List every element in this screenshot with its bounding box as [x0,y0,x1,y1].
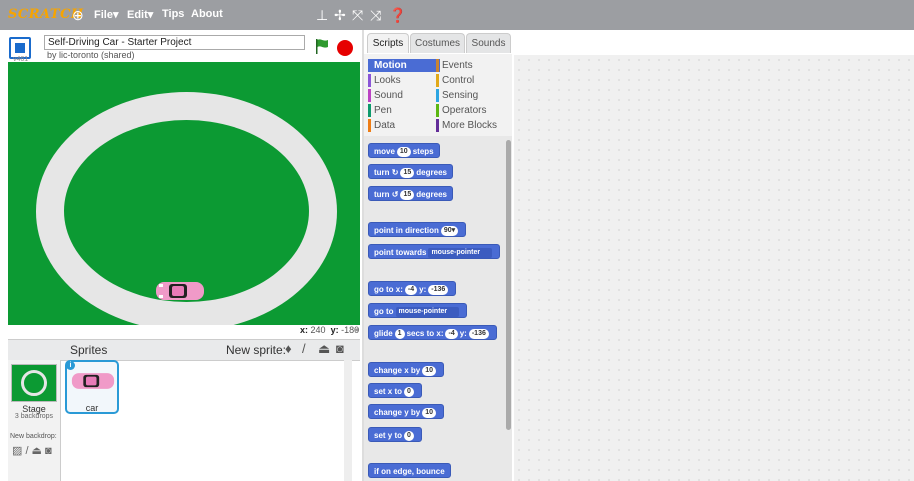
help-icon[interactable]: ❓ [389,7,406,23]
block-point-towards[interactable]: point towards mouse-pointer [368,244,501,259]
category-color-swatch [436,104,439,117]
stage-thumbnail[interactable] [11,364,57,402]
track-infield [64,120,309,302]
category-label: Looks [374,75,401,86]
green-flag-icon[interactable] [314,38,330,54]
category-label: Pen [374,105,392,116]
menu-about[interactable]: About [191,8,223,20]
block-change-y[interactable]: change y by 10 [368,404,445,419]
block-turn-right[interactable]: turn ↻ 15 degrees [368,164,453,179]
tab-costumes[interactable]: Costumes [410,33,465,53]
mouse-coordinates: x: 240 y: -180 [300,325,360,335]
category-label: Motion [374,60,407,71]
sprites-header [8,339,360,361]
new-backdrop-icons[interactable]: ▨ / ⏏ ◙ [12,444,52,457]
category-pen[interactable]: Pen [368,104,440,117]
category-label: Sensing [442,90,479,101]
paint-sprite-icon[interactable]: / [302,341,306,356]
category-label: Data [374,120,396,131]
palette-scrollbar[interactable] [506,140,511,430]
category-color-swatch [368,59,371,72]
block-if-on-edge-bounce[interactable]: if on edge, bounce [368,463,451,478]
category-data[interactable]: Data [368,119,440,132]
upload-sprite-icon[interactable]: ⏏ [318,341,330,357]
sprites-title: Sprites [70,343,108,357]
block-move[interactable]: move 10 steps [368,143,440,158]
project-title-input[interactable]: Self-Driving Car - Starter Project [44,35,305,50]
category-looks[interactable]: Looks [368,74,440,87]
category-color-swatch [368,89,371,102]
stage-canvas[interactable] [8,62,360,325]
car-sprite[interactable] [155,279,205,303]
shrink-icon[interactable]: ⤨ [370,7,381,23]
project-author: by lic-toronto (shared) [47,50,135,60]
camera-sprite-icon[interactable]: ◙ [336,341,344,356]
category-label: Sound [374,90,403,101]
block-set-y[interactable]: set y to 0 [368,427,422,442]
new-backdrop-label: New backdrop: [10,433,57,440]
stop-icon[interactable] [337,40,353,56]
grow-icon[interactable]: ⤧ [352,7,363,23]
category-label: Control [442,75,475,86]
category-color-swatch [368,104,371,117]
category-sensing[interactable]: Sensing [436,89,508,102]
collapse-stage-icon[interactable]: ◂ [354,325,358,334]
menu-file[interactable]: File▾ [94,8,118,21]
block-go-to[interactable]: go to mouse-pointer [368,303,468,318]
category-color-swatch [436,89,439,102]
menu-tips[interactable]: Tips [162,8,184,20]
language-globe-icon[interactable]: ⊕ [72,7,84,23]
sprites-scrollbar[interactable] [344,360,352,481]
block-go-to-xy[interactable]: go to x: -4 y: -136 [368,281,457,296]
category-control[interactable]: Control [436,74,508,87]
menu-edit[interactable]: Edit▾ [127,8,153,21]
scripts-area[interactable] [514,55,914,481]
category-label: More Blocks [442,120,498,131]
category-label: Operators [442,105,487,116]
new-sprite-label: New sprite: [226,343,287,357]
block-glide[interactable]: glide 1 secs to x: -4 y: -136 [368,325,497,340]
block-set-x[interactable]: set x to 0 [368,383,422,398]
duplicate-icon[interactable]: ⊥ [316,7,328,23]
category-motion[interactable]: Motion [368,59,440,72]
category-more-blocks[interactable]: More Blocks [436,119,508,132]
block-change-x[interactable]: change x by 10 [368,362,445,377]
category-color-swatch [436,119,439,132]
category-color-swatch [368,119,371,132]
category-color-swatch [436,59,439,72]
block-point-in-direction[interactable]: point in direction 90▾ [368,222,467,237]
category-operators[interactable]: Operators [436,104,508,117]
backdrops-count: 3 backdrops [14,413,54,420]
sprite-library-icon[interactable]: ♦ [285,341,292,356]
delete-icon[interactable]: ✢ [334,7,346,23]
category-label: Events [442,60,473,71]
category-sound[interactable]: Sound [368,89,440,102]
sprite-name: car [85,403,99,413]
category-color-swatch [436,74,439,87]
category-events[interactable]: Events [436,59,508,72]
tab-sounds[interactable]: Sounds [466,33,511,53]
scratch-logo[interactable]: SCRATCH [8,6,83,24]
car-sprite-thumbnail [71,373,115,389]
sprite-info-icon[interactable]: i [66,361,75,370]
category-color-swatch [368,74,371,87]
tab-scripts[interactable]: Scripts [367,33,409,53]
block-turn-left[interactable]: turn ↺ 15 degrees [368,186,453,201]
